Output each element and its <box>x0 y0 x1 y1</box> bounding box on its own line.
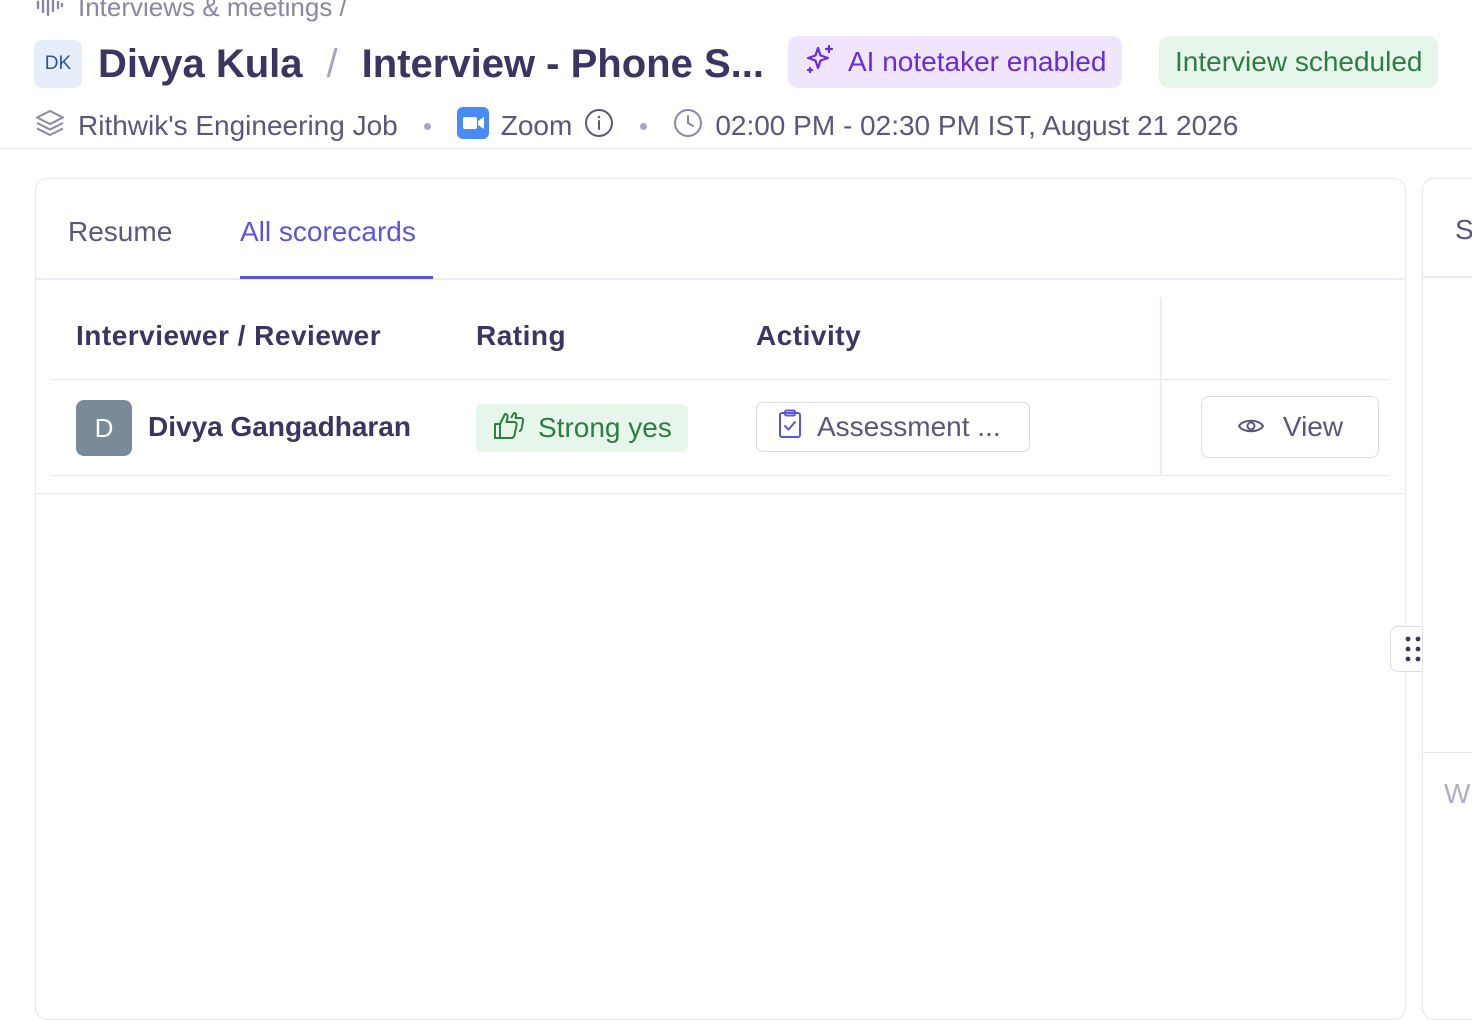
row-divider <box>52 475 1388 476</box>
table-bottom-border <box>36 493 1404 494</box>
meta-separator <box>640 122 648 130</box>
breadcrumb-text[interactable]: Interviews & meetings / <box>78 0 347 23</box>
job-meta[interactable]: Rithwik's Engineering Job <box>34 107 398 146</box>
interview-title: Interview - Phone S... <box>361 41 764 86</box>
breadcrumb[interactable]: Interviews & meetings / <box>36 0 347 23</box>
side-panel <box>1422 178 1472 1020</box>
meta-separator <box>423 122 431 130</box>
scorecards-panel <box>35 178 1406 1020</box>
page-title: Divya Kula / Interview - Phone S... <box>98 38 764 90</box>
rating-label: Strong yes <box>538 412 672 443</box>
clock-icon <box>673 108 703 145</box>
header-divider <box>0 148 1472 149</box>
activity-chip[interactable]: Assessment ... <box>756 402 1030 452</box>
clipboard-check-icon <box>777 409 803 446</box>
header-row-divider <box>52 379 1388 380</box>
column-header-activity: Activity <box>756 320 862 351</box>
waveform-icon <box>36 0 64 23</box>
job-name: Rithwik's Engineering Job <box>78 110 398 141</box>
side-panel-tab[interactable]: S <box>1455 214 1472 246</box>
thumbs-up-icon <box>492 409 526 448</box>
panel-tabs: Resume All scorecards <box>36 180 1404 280</box>
column-header-reviewer: Interviewer / Reviewer <box>76 320 382 351</box>
info-icon[interactable] <box>584 108 614 145</box>
column-header-rating: Rating <box>476 320 567 351</box>
eye-icon <box>1237 411 1265 443</box>
side-panel-text: W <box>1444 778 1471 809</box>
time-meta: 02:00 PM - 02:30 PM IST, August 21 2026 <box>673 108 1238 145</box>
rating-badge: Strong yes <box>476 404 688 452</box>
platform-meta: Zoom <box>456 106 615 146</box>
status-badge: Interview scheduled <box>1159 36 1439 88</box>
activity-label: Assessment ... <box>817 411 1001 442</box>
title-separator: / <box>326 41 338 86</box>
platform-name: Zoom <box>500 110 573 141</box>
reviewer-name: Divya Gangadharan <box>148 411 411 442</box>
avatar: D <box>76 400 132 456</box>
side-panel-tab-divider <box>1423 276 1472 278</box>
ai-notetaker-badge[interactable]: AI notetaker enabled <box>788 36 1123 88</box>
view-label: View <box>1282 411 1344 442</box>
side-panel-divider <box>1423 752 1472 753</box>
layers-icon <box>34 107 66 146</box>
view-button[interactable]: View <box>1201 396 1379 458</box>
sparkle-icon <box>804 43 836 82</box>
active-tab-indicator <box>240 276 433 279</box>
tab-all-scorecards[interactable]: All scorecards <box>240 216 416 248</box>
ai-notetaker-label: AI notetaker enabled <box>848 46 1107 77</box>
tab-resume[interactable]: Resume <box>68 216 172 248</box>
sticky-column-divider <box>1160 297 1162 475</box>
interview-meta: Rithwik's Engineering Job Zoom 02:00 PM … <box>34 106 1238 146</box>
interview-time: 02:00 PM - 02:30 PM IST, August 21 2026 <box>715 110 1239 141</box>
zoom-icon <box>456 106 489 146</box>
candidate-avatar: DK <box>34 40 82 88</box>
candidate-name[interactable]: Divya Kula <box>98 42 303 87</box>
